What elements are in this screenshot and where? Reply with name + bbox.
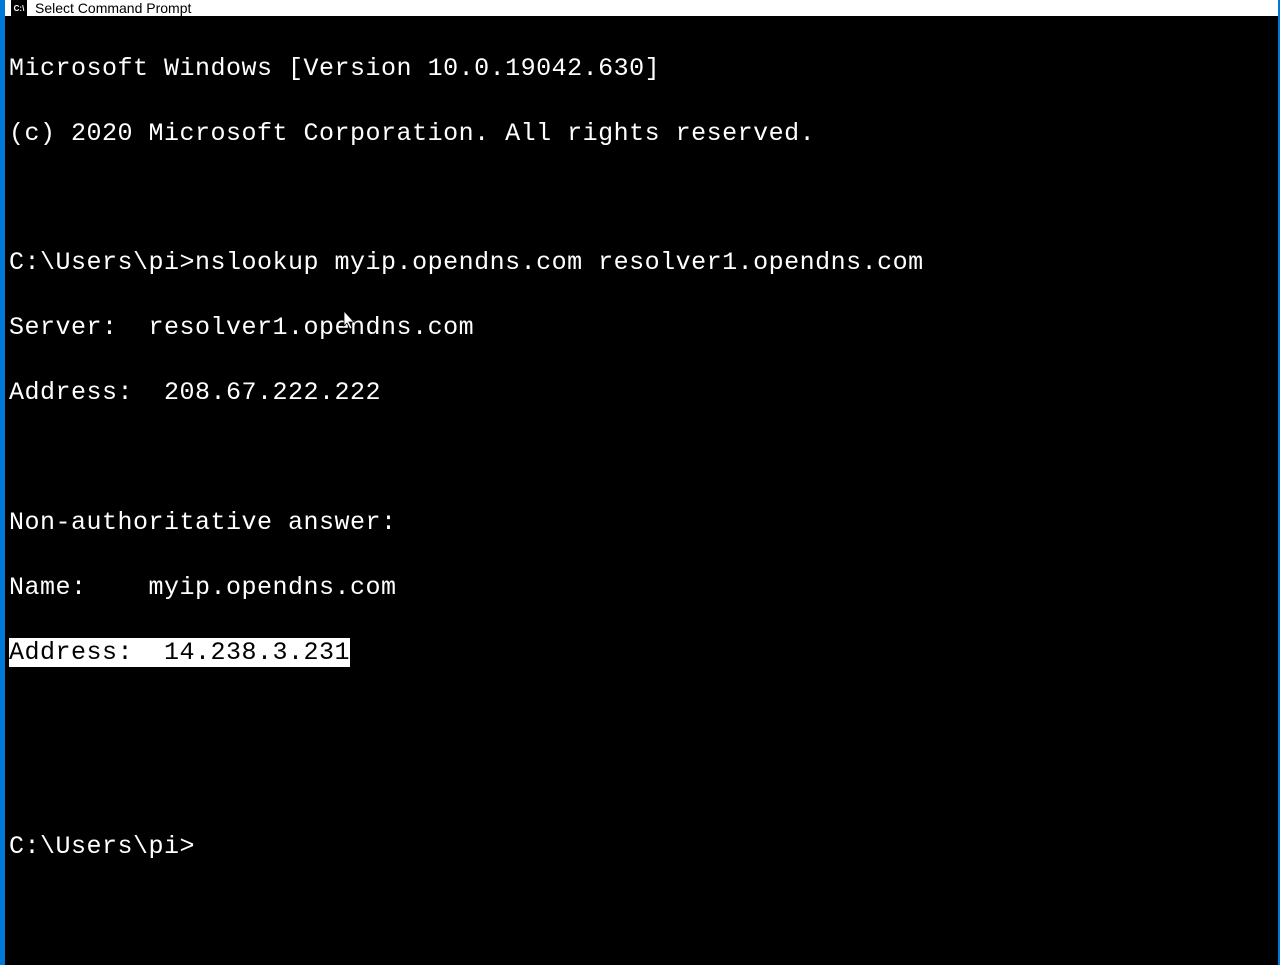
banner-line: Microsoft Windows [Version 10.0.19042.63… — [9, 53, 1274, 86]
cmd-icon-text: C:\ — [14, 4, 25, 13]
server-line: Server: resolver1.opendns.com — [9, 312, 1274, 345]
blank-line — [9, 183, 1274, 215]
name-line: Name: myip.opendns.com — [9, 572, 1274, 605]
server-address-line: Address: 208.67.222.222 — [9, 377, 1274, 410]
window-title: Select Command Prompt — [35, 0, 191, 16]
titlebar[interactable]: C:\ Select Command Prompt — [5, 0, 1278, 16]
blank-line — [9, 702, 1274, 734]
command-prompt-window: C:\ Select Command Prompt Microsoft Wind… — [5, 0, 1278, 720]
nonauth-line: Non-authoritative answer: — [9, 507, 1274, 540]
cmd-icon: C:\ — [11, 0, 27, 16]
terminal-output[interactable]: Microsoft Windows [Version 10.0.19042.63… — [5, 16, 1278, 965]
command-line: C:\Users\pi>nslookup myip.opendns.com re… — [9, 247, 1274, 280]
blank-line — [9, 766, 1274, 798]
blank-line — [9, 442, 1274, 474]
address-result-line: Address: 14.238.3.231 — [9, 637, 1274, 670]
prompt-line: C:\Users\pi> — [9, 831, 1274, 864]
copyright-line: (c) 2020 Microsoft Corporation. All righ… — [9, 118, 1274, 151]
selected-text: Address: 14.238.3.231 — [9, 638, 350, 667]
